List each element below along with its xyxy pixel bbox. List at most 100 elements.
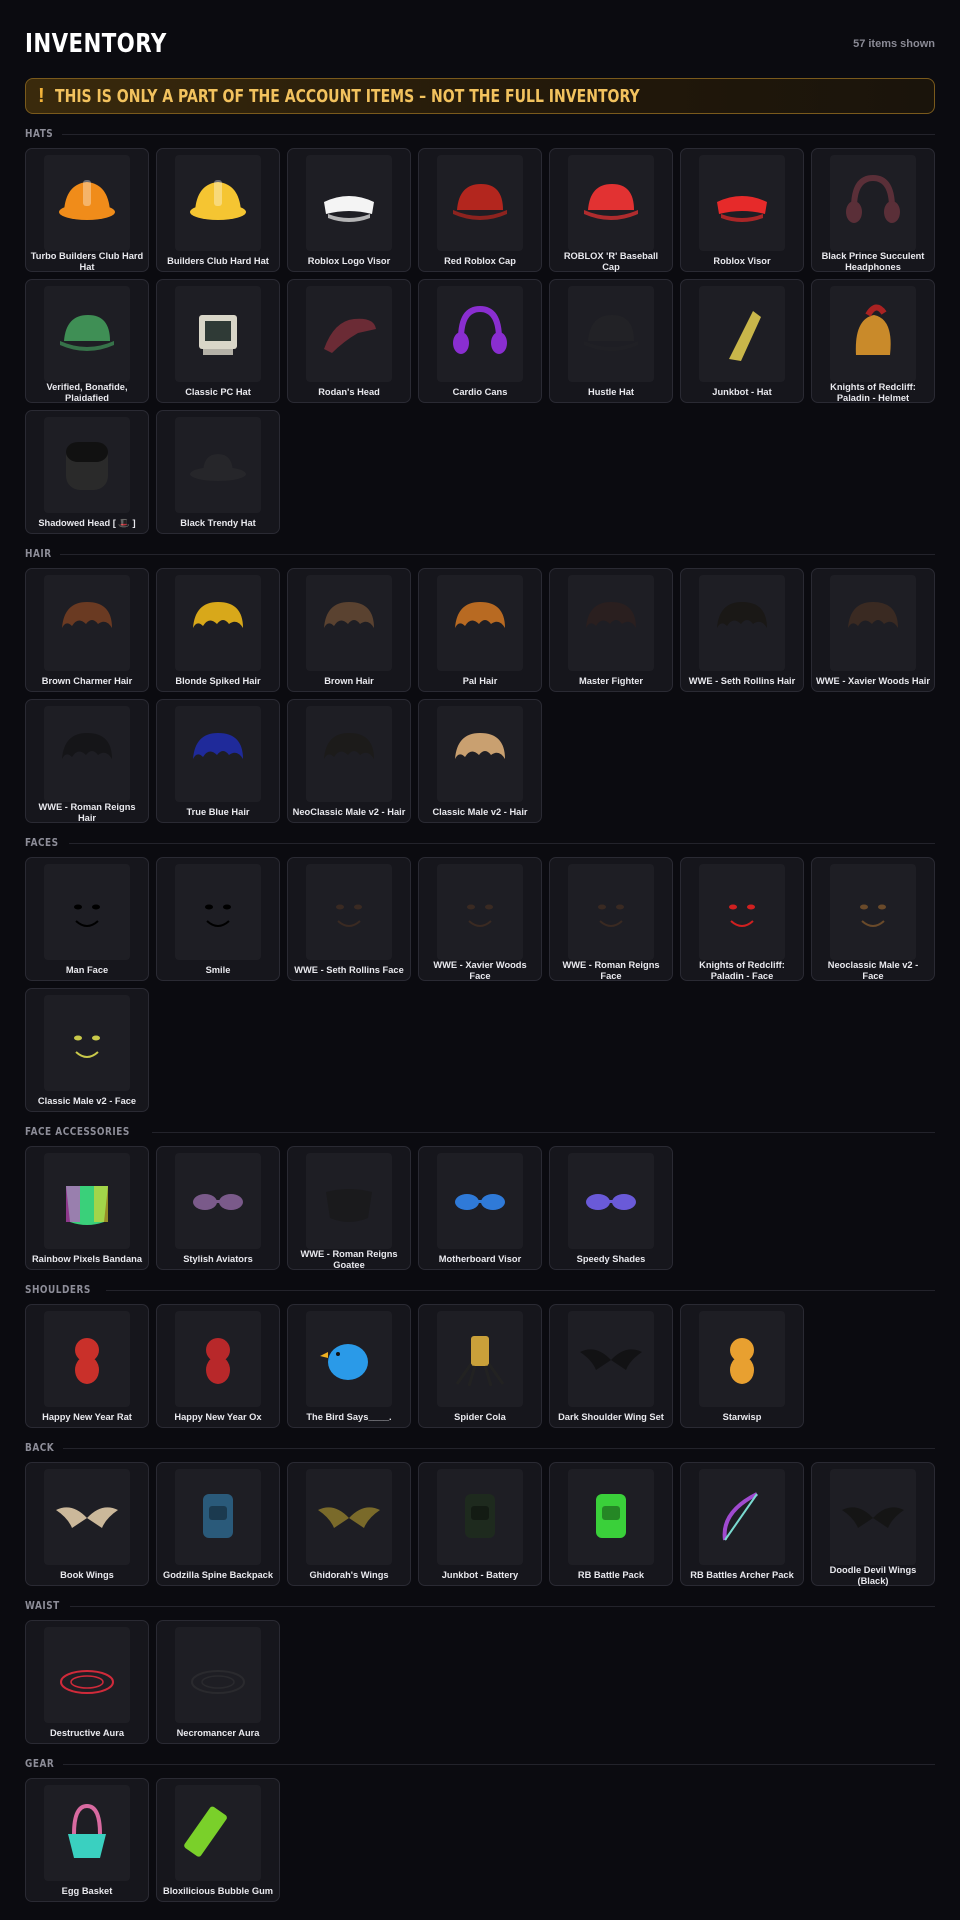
item-card[interactable]: Happy New Year Rat — [25, 1304, 149, 1428]
item-thumbnail — [437, 575, 523, 671]
section-divider — [62, 133, 935, 135]
item-thumbnail — [437, 1153, 523, 1249]
face-icon — [467, 904, 493, 927]
item-card[interactable]: Stylish Aviators — [156, 1146, 280, 1270]
section-label: FACE ACCESSORIES — [25, 1126, 130, 1138]
item-card[interactable]: Black Trendy Hat — [156, 410, 280, 534]
item-thumbnail — [437, 286, 523, 382]
item-thumbnail — [306, 1153, 392, 1249]
item-name: Speedy Shades — [576, 1253, 646, 1264]
item-name: Junkbot - Battery — [441, 1569, 519, 1580]
item-card[interactable]: Brown Hair — [287, 568, 411, 692]
item-card[interactable]: Knights of Redcliff: Paladin - Face — [680, 857, 804, 981]
item-card[interactable]: Book Wings — [25, 1462, 149, 1586]
item-card[interactable]: Neoclassic Male v2 - Face — [811, 857, 935, 981]
item-name: Classic Male v2 - Hair — [432, 806, 528, 817]
wings-icon — [56, 1507, 118, 1528]
section-header: FACE ACCESSORIES — [25, 1126, 935, 1138]
item-thumbnail — [175, 1311, 261, 1407]
item-card[interactable]: Classic Male v2 - Hair — [418, 699, 542, 823]
item-card[interactable]: WWE - Roman Reigns Goatee — [287, 1146, 411, 1270]
item-card[interactable]: Knights of Redcliff: Paladin - Helmet — [811, 279, 935, 403]
item-card[interactable]: Bloxilicious Bubble Gum — [156, 1778, 280, 1902]
item-card[interactable]: WWE - Xavier Woods Face — [418, 857, 542, 981]
item-card[interactable]: Smile — [156, 857, 280, 981]
item-card[interactable]: NeoClassic Male v2 - Hair — [287, 699, 411, 823]
cap-icon — [584, 315, 638, 351]
item-card[interactable]: True Blue Hair — [156, 699, 280, 823]
item-card[interactable]: Rodan's Head — [287, 279, 411, 403]
item-thumbnail — [830, 155, 916, 251]
item-card[interactable]: RB Battles Archer Pack — [680, 1462, 804, 1586]
item-name: Book Wings — [60, 1569, 114, 1580]
item-card[interactable]: Blonde Spiked Hair — [156, 568, 280, 692]
item-name: WWE - Roman Reigns Face — [562, 960, 660, 981]
item-card[interactable]: Hustle Hat — [549, 279, 673, 403]
item-card[interactable]: Necromancer Aura — [156, 1620, 280, 1744]
hair-icon — [193, 733, 243, 759]
item-card[interactable]: Junkbot - Hat — [680, 279, 804, 403]
section-header: FACES — [25, 837, 935, 849]
item-card[interactable]: Egg Basket — [25, 1778, 149, 1902]
item-card[interactable]: Destructive Aura — [25, 1620, 149, 1744]
cap-icon — [60, 315, 114, 351]
item-card[interactable]: Dark Shoulder Wing Set — [549, 1304, 673, 1428]
hair-icon — [586, 602, 636, 628]
item-card[interactable]: Shadowed Head [ 🎩 ] — [25, 410, 149, 534]
item-card[interactable]: Builders Club Hard Hat — [156, 148, 280, 272]
item-grid: Destructive Aura Necromancer Aura — [25, 1620, 935, 1744]
item-card[interactable]: Man Face — [25, 857, 149, 981]
item-card[interactable]: WWE - Seth Rollins Hair — [680, 568, 804, 692]
item-card[interactable]: Classic PC Hat — [156, 279, 280, 403]
item-name: Destructive Aura — [49, 1727, 125, 1738]
item-name: Blonde Spiked Hair — [175, 675, 261, 686]
item-card[interactable]: Spider Cola — [418, 1304, 542, 1428]
item-card[interactable]: RB Battle Pack — [549, 1462, 673, 1586]
item-card[interactable]: WWE - Roman Reigns Face — [549, 857, 673, 981]
section-divider — [68, 842, 935, 844]
item-card[interactable]: Ghidorah's Wings — [287, 1462, 411, 1586]
item-card[interactable]: Godzilla Spine Backpack — [156, 1462, 280, 1586]
item-card[interactable]: Black Prince Succulent Headphones — [811, 148, 935, 272]
glasses-icon — [455, 1194, 505, 1210]
item-card[interactable]: Cardio Cans — [418, 279, 542, 403]
item-card[interactable]: Junkbot - Battery — [418, 1462, 542, 1586]
item-card[interactable]: Starwisp — [680, 1304, 804, 1428]
item-thumbnail — [699, 575, 785, 671]
item-card[interactable]: Rainbow Pixels Bandana — [25, 1146, 149, 1270]
item-name: Builders Club Hard Hat — [167, 255, 269, 266]
item-card[interactable]: WWE - Seth Rollins Face — [287, 857, 411, 981]
item-name: Man Face — [65, 964, 109, 975]
item-thumbnail — [437, 1311, 523, 1407]
item-card[interactable]: Brown Charmer Hair — [25, 568, 149, 692]
item-name: WWE - Roman Reigns Goatee — [300, 1249, 398, 1270]
item-card[interactable]: Speedy Shades — [549, 1146, 673, 1270]
section-divider — [60, 553, 935, 555]
face-icon — [74, 904, 100, 927]
item-thumbnail — [306, 286, 392, 382]
warning-icon: ! — [38, 84, 45, 107]
item-card[interactable]: Red Roblox Cap — [418, 148, 542, 272]
item-card[interactable]: Turbo Builders Club Hard Hat — [25, 148, 149, 272]
item-card[interactable]: Master Fighter — [549, 568, 673, 692]
item-card[interactable]: ROBLOX 'R' Baseball Cap — [549, 148, 673, 272]
item-card[interactable]: Roblox Logo Visor — [287, 148, 411, 272]
item-card[interactable]: Motherboard Visor — [418, 1146, 542, 1270]
item-card[interactable]: Pal Hair — [418, 568, 542, 692]
item-card[interactable]: The Bird Says____. — [287, 1304, 411, 1428]
item-name: Shadowed Head [ 🎩 ] — [38, 517, 136, 528]
hair-icon — [62, 602, 112, 628]
item-grid: Book Wings Godzilla Spine Backpack Ghidora… — [25, 1462, 935, 1586]
item-card[interactable]: Doodle Devil Wings (Black) — [811, 1462, 935, 1586]
item-card[interactable]: WWE - Xavier Woods Hair — [811, 568, 935, 692]
item-name: Master Fighter — [578, 675, 644, 686]
item-card[interactable]: Classic Male v2 - Face — [25, 988, 149, 1112]
item-thumbnail — [44, 706, 130, 802]
item-card[interactable]: Verified, Bonafide, Plaidafied — [25, 279, 149, 403]
inventory-page: INVENTORY 57 items shown ! THIS IS ONLY … — [0, 0, 960, 1902]
section-divider — [63, 1447, 935, 1449]
item-card[interactable]: Roblox Visor — [680, 148, 804, 272]
item-card[interactable]: Happy New Year Ox — [156, 1304, 280, 1428]
item-card[interactable]: WWE - Roman Reigns Hair — [25, 699, 149, 823]
item-thumbnail — [44, 1785, 130, 1881]
